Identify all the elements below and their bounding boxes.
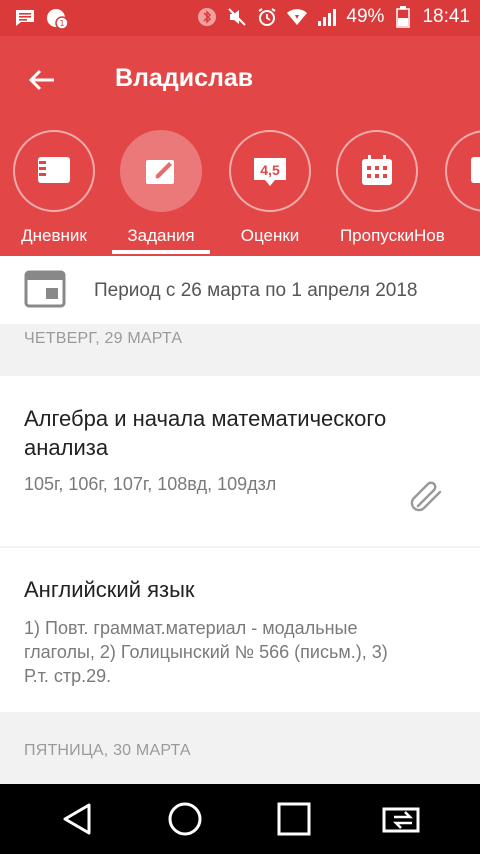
tab-label: Оценки <box>240 226 300 245</box>
calendar-icon <box>24 270 66 308</box>
alarm-icon <box>256 6 278 28</box>
day-header: ПЯТНИЦА, 30 МАРТА <box>0 712 480 784</box>
tab-assignments[interactable]: Задания <box>111 128 211 254</box>
edit-icon <box>146 159 175 184</box>
mute-icon <box>226 6 248 28</box>
grades-icon: 4,5 <box>254 158 286 186</box>
book-icon <box>38 157 70 183</box>
arrow-left-icon <box>28 69 54 91</box>
active-tab-indicator <box>112 250 210 254</box>
system-navigation-bar <box>0 784 480 854</box>
notification-count-icon: 1 <box>46 7 68 29</box>
app-bar: Владислав <box>0 36 480 122</box>
bluetooth-icon <box>196 6 218 28</box>
status-bar: 1 49% 18:41 <box>0 0 480 36</box>
back-button[interactable] <box>22 60 62 100</box>
tab-grades[interactable]: 4,5 Оценки <box>220 128 320 252</box>
period-label: Период с 26 марта по 1 апреля 2018 <box>94 280 418 301</box>
subject-name: Алгебра и начала математического анализа <box>24 406 387 460</box>
nav-recents-button[interactable] <box>273 798 315 840</box>
switch-apps-icon <box>382 807 420 833</box>
tab-label: Дневник <box>21 226 87 245</box>
page-title: Владислав <box>115 64 254 92</box>
tab-diary[interactable]: Дневник <box>4 128 104 252</box>
square-recents-icon <box>277 802 311 836</box>
battery-percent: 49% <box>346 6 385 27</box>
day-header: ЧЕТВЕРГ, 29 МАРТА <box>0 324 480 376</box>
battery-icon <box>392 6 414 28</box>
assignment-text: 1) Повт. грамм​ат.материал - модальные г… <box>24 618 388 686</box>
section-tabs: Дневник Задания 4,5 Оценки Пропуски Нов <box>0 122 480 256</box>
assignment-card[interactable]: Алгебра и начала математического анализа… <box>0 376 480 546</box>
svg-text:1: 1 <box>59 19 64 28</box>
paperclip-icon[interactable] <box>410 476 444 514</box>
triangle-back-icon <box>63 803 91 835</box>
nav-back-button[interactable] <box>56 798 98 840</box>
tab-news[interactable]: Нов <box>414 128 480 252</box>
nav-switch-button[interactable] <box>382 798 424 840</box>
tab-label: Задания <box>127 226 195 245</box>
tab-absences[interactable]: Пропуски <box>327 128 427 252</box>
news-icon <box>471 157 480 183</box>
message-icon <box>14 7 36 29</box>
subject-name: Английский язык <box>24 577 195 602</box>
clock: 18:41 <box>422 6 470 27</box>
period-selector[interactable]: Период с 26 марта по 1 апреля 2018 <box>0 256 480 324</box>
signal-icon <box>316 6 338 28</box>
calendar-icon <box>362 155 392 185</box>
wifi-icon <box>286 6 308 28</box>
assignment-text: 105г, 106г, 107г, 108вд, 109дзл <box>24 474 277 494</box>
nav-home-button[interactable] <box>164 798 206 840</box>
circle-home-icon <box>168 802 202 836</box>
assignment-card[interactable]: Английский язык 1) Повт. грамм​ат.матери… <box>0 548 480 712</box>
tab-label: Нов <box>414 226 445 245</box>
svg-text:4,5: 4,5 <box>260 162 280 178</box>
